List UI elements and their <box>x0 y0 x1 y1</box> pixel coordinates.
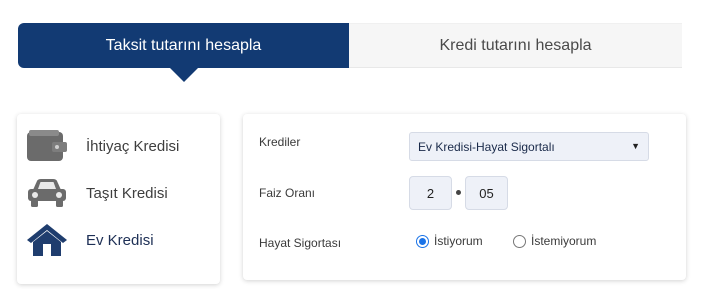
wallet-icon <box>25 128 69 164</box>
loan-type-vehicle[interactable]: Taşıt Kredisi <box>25 175 168 211</box>
loan-type-housing[interactable]: Ev Kredisi <box>25 222 154 258</box>
loan-type-label: Taşıt Kredisi <box>86 184 168 202</box>
insurance-yes-label: İstiyorum <box>434 234 483 248</box>
loan-type-panel: İhtiyaç Kredisi Taşıt Kredisi Ev Kredisi <box>17 114 220 284</box>
loan-type-personal[interactable]: İhtiyaç Kredisi <box>25 128 179 164</box>
loan-form-panel: Krediler Ev Kredisi-Hayat Sigortalı ▼ Fa… <box>243 114 686 280</box>
credits-select-value: Ev Kredisi-Hayat Sigortalı <box>418 139 555 154</box>
radio-selected-icon <box>416 234 429 248</box>
loan-calculator: Taksit tutarını hesapla Kredi tutarını h… <box>0 0 716 289</box>
insurance-no-radio[interactable]: İstemiyorum <box>513 234 596 248</box>
insurance-yes-radio[interactable]: İstiyorum <box>416 234 483 248</box>
loan-type-label: Ev Kredisi <box>86 231 154 249</box>
tab-installment[interactable]: Taksit tutarını hesapla <box>18 23 349 82</box>
insurance-no-label: İstemiyorum <box>531 234 597 248</box>
rate-decimal-input[interactable]: 05 <box>465 176 508 210</box>
credits-label: Krediler <box>259 135 301 149</box>
dropdown-arrow-icon: ▼ <box>631 141 640 151</box>
house-icon <box>25 222 69 258</box>
rate-label: Faiz Oranı <box>259 186 316 200</box>
tab-loan-amount[interactable]: Kredi tutarını hesapla <box>349 23 682 68</box>
credits-select[interactable]: Ev Kredisi-Hayat Sigortalı ▼ <box>409 132 649 161</box>
decimal-separator <box>456 190 461 195</box>
calculator-tabs: Taksit tutarını hesapla Kredi tutarını h… <box>18 23 682 82</box>
loan-type-label: İhtiyaç Kredisi <box>86 137 180 155</box>
insurance-label: Hayat Sigortası <box>259 236 342 250</box>
radio-unselected-icon <box>513 234 526 248</box>
rate-whole-input[interactable]: 2 <box>409 176 452 210</box>
car-icon <box>25 175 69 211</box>
